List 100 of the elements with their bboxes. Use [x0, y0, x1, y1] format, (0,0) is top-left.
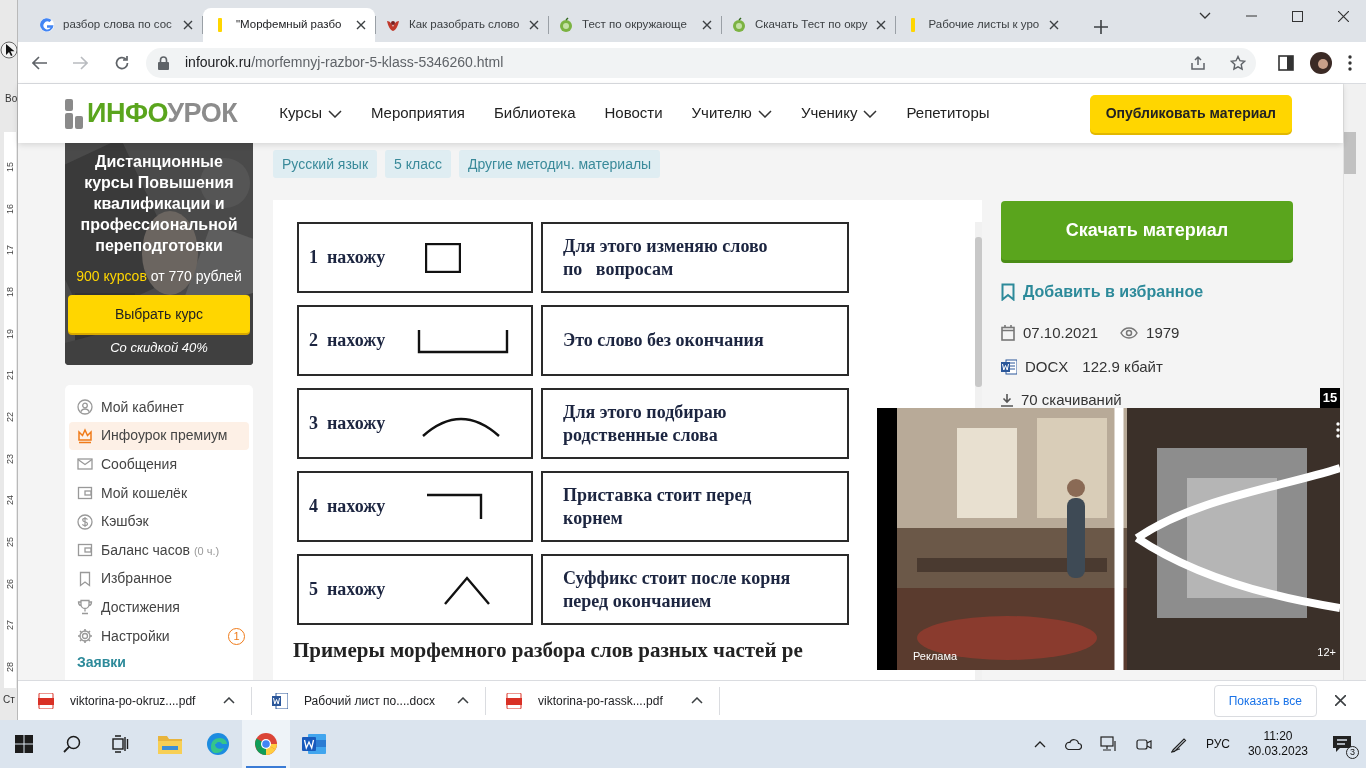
clock-date[interactable]: 30.03.2023: [1247, 744, 1308, 759]
ruler-number: 25: [5, 537, 15, 548]
crown-icon: [77, 427, 93, 444]
section-link[interactable]: Заявки: [69, 652, 249, 674]
pdf-file-icon: [506, 692, 522, 709]
ad-label: Реклама: [913, 648, 958, 664]
menu-item[interactable]: Мой кабинет: [101, 396, 249, 418]
wallet-icon: [77, 542, 93, 559]
folder-icon[interactable]: [158, 734, 182, 754]
nav-link[interactable]: Новости: [604, 102, 663, 125]
explanation-text: перед окончанием: [563, 589, 713, 613]
caret-up-icon[interactable]: [691, 697, 703, 704]
scrollbar-thumb[interactable]: [1344, 132, 1356, 174]
chrome-browser-icon[interactable]: [254, 732, 278, 756]
word-document-icon: [1001, 358, 1017, 375]
windows-start-icon[interactable]: [15, 735, 33, 753]
nav-link[interactable]: Курсы: [279, 102, 322, 125]
menu-item[interactable]: Настройки: [101, 625, 220, 647]
video-ad[interactable]: Реклама 12+: [877, 408, 1340, 670]
apple-icon: [731, 17, 747, 33]
more-options-icon[interactable]: [1336, 422, 1340, 438]
date-text: 07.10.2021: [1023, 323, 1099, 343]
caret-up-icon[interactable]: [223, 697, 235, 704]
publish-button[interactable]: Опубликовать материал: [1089, 94, 1292, 133]
choose-course-button[interactable]: Выбрать курс: [68, 295, 250, 333]
menu-item[interactable]: Кэшбэк: [101, 511, 249, 533]
bookmark-icon: [77, 570, 93, 587]
download-item[interactable]: viktorina-po-rassk....pdf: [538, 691, 675, 710]
ruler-number: 15: [5, 161, 15, 172]
clock-time[interactable]: 11:20: [1263, 729, 1293, 744]
close-icon[interactable]: [1048, 20, 1059, 30]
download-item[interactable]: viktorina-po-okruz....pdf: [70, 691, 207, 710]
envelope-icon: [77, 456, 93, 473]
menu-item[interactable]: Мой кошелёк: [101, 482, 249, 504]
show-all-button[interactable]: Показать все: [1213, 684, 1317, 717]
ruler-number: 16: [5, 203, 15, 214]
browser-tab[interactable]: Как разобрать слово: [376, 8, 548, 42]
download-item[interactable]: Рабочий лист по....docx: [304, 691, 441, 710]
nav-link[interactable]: Ученику: [800, 102, 858, 125]
new-tab-icon[interactable]: [1093, 20, 1108, 34]
task-view-icon[interactable]: [111, 735, 129, 753]
site-favicon-icon: [910, 17, 915, 33]
nav-link[interactable]: Библиотека: [493, 102, 576, 125]
notification-icon[interactable]: [1332, 735, 1352, 754]
close-icon[interactable]: [1335, 695, 1346, 706]
user-icon: [77, 399, 93, 416]
menu-icon[interactable]: [1348, 54, 1352, 71]
browser-tab[interactable]: Рабочие листы к уро: [895, 8, 1068, 42]
scrollbar-thumb[interactable]: [975, 237, 982, 387]
ending-symbol-icon: [425, 242, 462, 273]
apple-icon: [558, 17, 574, 33]
minimize-icon[interactable]: [1245, 15, 1257, 17]
address-field[interactable]: infourok.ru/morfemnyj-razbor-5-klass-5346260.html: [146, 47, 1256, 78]
close-icon[interactable]: [529, 20, 539, 30]
explanation-text: Для этого подбираю: [563, 400, 728, 424]
step-text: 3 нахожу: [309, 412, 386, 435]
close-icon[interactable]: [356, 20, 366, 30]
network-icon[interactable]: [1099, 736, 1118, 752]
views-count: 1979: [1146, 323, 1180, 343]
add-to-favorites-link[interactable]: Добавить в избранное: [1023, 280, 1204, 304]
close-icon[interactable]: [875, 20, 886, 30]
browser-tab[interactable]: разбор слова по сос: [30, 8, 202, 42]
back-icon[interactable]: [32, 55, 48, 70]
menu-item[interactable]: Баланс часов (0 ч.): [101, 539, 249, 561]
close-icon[interactable]: [702, 20, 712, 30]
nav-link[interactable]: Репетиторы: [906, 102, 990, 125]
logo-icon[interactable]: [65, 98, 83, 129]
file-format-text: DOCX: [1025, 356, 1069, 377]
caret-up-icon[interactable]: [457, 697, 469, 704]
meet-icon[interactable]: [1135, 736, 1152, 752]
word-app-icon[interactable]: [302, 732, 326, 756]
menu-item[interactable]: Избранное: [101, 568, 249, 590]
browser-tab[interactable]: "Морфемный разбо: [203, 8, 375, 42]
tab-search-icon[interactable]: [1199, 12, 1211, 20]
reload-icon[interactable]: [114, 54, 130, 71]
browser-tab[interactable]: Тест по окружающе: [549, 8, 721, 42]
side-panel-icon[interactable]: [1278, 54, 1294, 71]
menu-item[interactable]: Достижения: [101, 596, 249, 618]
cloud-icon[interactable]: [1063, 738, 1082, 750]
nav-link[interactable]: Учителю: [691, 102, 752, 125]
nav-link[interactable]: Мероприятия: [370, 102, 465, 125]
share-icon[interactable]: [1190, 54, 1206, 71]
menu-item[interactable]: Сообщения: [101, 454, 249, 475]
explanation-text: Суффикс стоит после корня: [563, 566, 792, 590]
ruler-number: 23: [5, 453, 15, 464]
site-favicon-icon: [218, 17, 222, 33]
bookmark-star-icon[interactable]: [1230, 54, 1246, 71]
close-icon[interactable]: [183, 20, 193, 30]
maximize-icon[interactable]: [1291, 10, 1303, 22]
browser-tab[interactable]: Скачать Тест по окру: [722, 8, 895, 42]
avatar-icon[interactable]: [1310, 51, 1332, 74]
chevron-up-icon[interactable]: [1033, 740, 1046, 748]
search-icon[interactable]: [63, 735, 81, 753]
pdf-file-icon: [38, 692, 54, 709]
age-rating: 12+: [1317, 644, 1336, 660]
language-indicator[interactable]: РУС: [1205, 735, 1230, 753]
ruler-number: 19: [5, 328, 15, 339]
edge-browser-icon[interactable]: [206, 732, 230, 756]
ruler-number: 17: [5, 245, 15, 256]
close-icon[interactable]: [1337, 10, 1349, 22]
